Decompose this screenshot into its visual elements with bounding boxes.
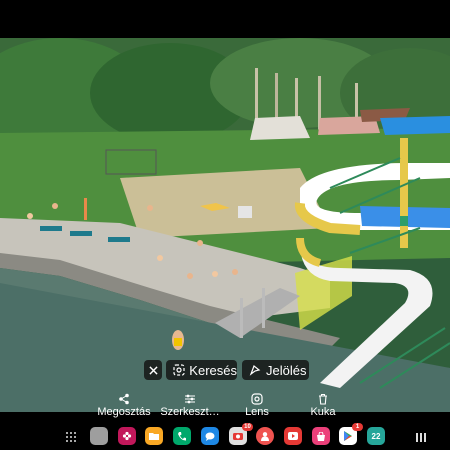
lens-icon xyxy=(251,392,263,406)
gallery-app-icon[interactable] xyxy=(90,427,108,445)
lake-beach-photo xyxy=(0,38,450,412)
phone-app-icon[interactable] xyxy=(173,427,191,445)
lens-search-icon xyxy=(171,362,186,378)
app-drawer-icon[interactable] xyxy=(66,432,76,442)
user-app-icon[interactable] xyxy=(256,427,274,445)
delete-button[interactable]: Kuka xyxy=(283,392,363,419)
calendar-day: 22 xyxy=(371,431,381,441)
photo-action-bar: Megosztás Szerkeszt… Lens Kuka xyxy=(0,392,450,420)
folder-app-icon[interactable] xyxy=(145,427,163,445)
photo-view[interactable] xyxy=(0,38,450,412)
mark-chip-label: Jelölés xyxy=(266,362,307,378)
search-chip-label: Keresés xyxy=(189,362,237,378)
recent-apps-icon[interactable] xyxy=(416,433,426,442)
messages-app-icon[interactable] xyxy=(201,427,219,445)
mark-chip[interactable]: Jelölés xyxy=(242,360,309,380)
search-chip[interactable]: Keresés xyxy=(166,360,237,380)
select-text-icon xyxy=(247,362,263,378)
share-label: Megosztás xyxy=(97,406,151,418)
play-store-app-icon[interactable]: 1 xyxy=(339,423,363,445)
edit-label: Szerkeszt… xyxy=(160,406,220,418)
lens-label: Lens xyxy=(245,406,269,418)
trash-icon xyxy=(317,392,329,406)
edit-sliders-icon xyxy=(184,392,196,406)
store-app-icon[interactable] xyxy=(312,427,330,445)
navigation-bar: 10 1 22 xyxy=(0,423,450,450)
delete-label: Kuka xyxy=(310,406,336,418)
share-icon xyxy=(118,392,130,406)
lens-chips-bar: Keresés Jelölés xyxy=(0,360,450,380)
play-store-badge: 1 xyxy=(352,423,363,431)
close-icon xyxy=(145,362,161,378)
camera-app-icon[interactable]: 10 xyxy=(229,423,253,445)
camera-app-badge: 10 xyxy=(242,423,253,431)
close-chip[interactable] xyxy=(144,360,162,380)
calendar-app-icon[interactable]: 22 xyxy=(367,427,385,445)
blossom-app-icon[interactable] xyxy=(118,427,136,445)
video-app-icon[interactable] xyxy=(284,427,302,445)
